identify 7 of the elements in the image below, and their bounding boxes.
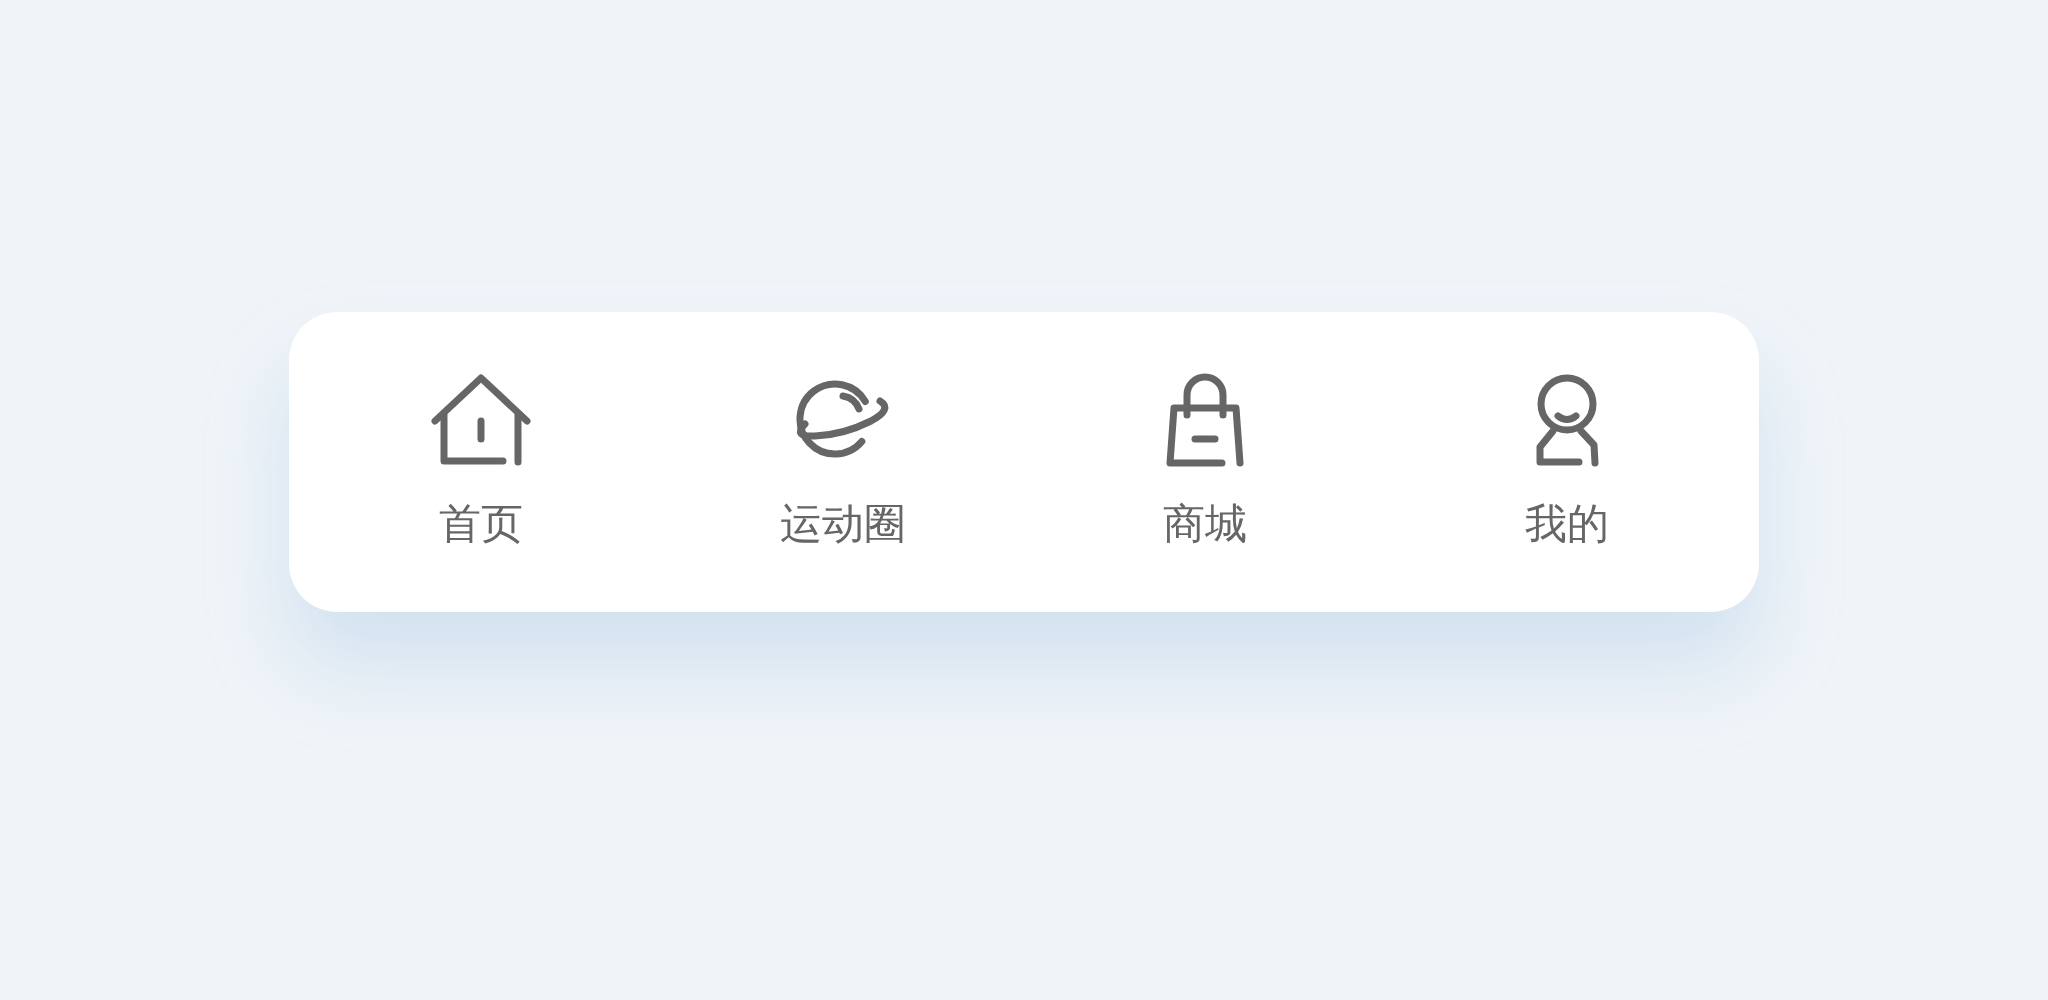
house-icon xyxy=(431,374,531,466)
person-icon xyxy=(1535,372,1599,468)
tab-button[interactable]: 商城 xyxy=(1163,370,1247,612)
shopping-bag-icon xyxy=(1165,372,1245,468)
tab-button[interactable]: 首页 xyxy=(431,370,531,612)
tab-button[interactable]: 我的 xyxy=(1525,370,1609,612)
tab-button[interactable]: 运动圈 xyxy=(780,370,906,612)
